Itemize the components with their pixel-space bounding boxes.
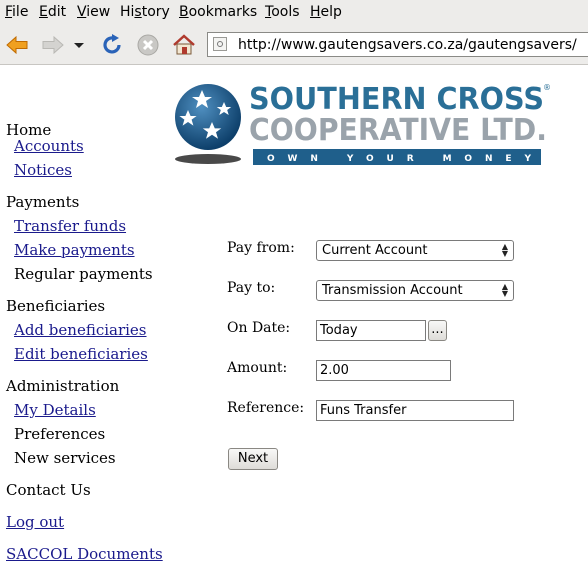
nav-my-details-link[interactable]: My Details — [14, 401, 96, 419]
nav-make-payments-link[interactable]: Make payments — [14, 241, 135, 259]
nav-saccol-documents-link[interactable]: SACCOL Documents — [6, 545, 163, 563]
logo-registered-mark: ® — [543, 83, 551, 92]
home-icon[interactable] — [171, 32, 197, 58]
browser-menubar: File Edit View History Bookmarks Tools H… — [0, 0, 588, 25]
amount-input[interactable]: 2.00 — [316, 360, 451, 381]
menu-view[interactable]: View — [77, 4, 110, 20]
nav-payments: Payments — [6, 193, 80, 211]
nav-notices-link[interactable]: Notices — [14, 161, 72, 179]
reference-value: Funs Transfer — [320, 403, 407, 418]
stop-icon[interactable] — [135, 32, 161, 58]
nav-log-out-link[interactable]: Log out — [6, 513, 64, 531]
site-favicon-icon — [213, 37, 227, 51]
chevron-down-icon[interactable] — [70, 32, 88, 58]
nav-new-services: New services — [14, 449, 116, 467]
reference-label: Reference: — [227, 400, 305, 416]
nav-beneficiaries: Beneficiaries — [6, 297, 106, 315]
menu-tools[interactable]: Tools — [265, 4, 300, 20]
nav-regular-payments: Regular payments — [14, 265, 153, 283]
nav-preferences: Preferences — [14, 425, 106, 443]
logo-line1: SOUTHERN CROSS — [249, 82, 544, 117]
nav-administration: Administration — [6, 377, 120, 395]
amount-label: Amount: — [227, 360, 288, 376]
on-date-value: Today — [320, 323, 358, 338]
on-date-input[interactable]: Today — [316, 320, 426, 341]
nav-accounts-link[interactable]: Accounts — [14, 137, 84, 155]
reference-input[interactable]: Funs Transfer — [316, 400, 514, 421]
amount-value: 2.00 — [320, 363, 349, 378]
menu-file[interactable]: File — [5, 4, 28, 20]
forward-arrow-icon[interactable] — [40, 32, 66, 58]
menu-edit[interactable]: Edit — [39, 4, 66, 20]
menu-help[interactable]: Help — [310, 4, 342, 20]
southern-cross-logo: SOUTHERN CROSS ® COOPERATIVE LTD. OWN YO… — [175, 82, 551, 165]
pay-from-value: Current Account — [322, 243, 428, 258]
reload-icon[interactable] — [99, 32, 125, 58]
pay-from-label: Pay from: — [227, 240, 295, 256]
pay-to-select[interactable]: Transmission Account ▲ ▼ — [316, 280, 514, 301]
back-arrow-icon[interactable] — [4, 32, 30, 58]
menu-history[interactable]: History — [120, 4, 170, 20]
nav-contact-us: Contact Us — [6, 481, 91, 499]
date-picker-button[interactable]: ... — [428, 320, 447, 341]
select-arrows-icon: ▲ ▼ — [501, 282, 508, 298]
url-text[interactable]: http://www.gautengsavers.co.za/gautengsa… — [238, 37, 577, 53]
next-button[interactable]: Next — [228, 448, 278, 470]
pay-from-select[interactable]: Current Account ▲ ▼ — [316, 240, 514, 261]
nav-edit-beneficiaries-link[interactable]: Edit beneficiaries — [14, 345, 148, 363]
nav-transfer-funds-link[interactable]: Transfer funds — [14, 217, 126, 235]
url-bar[interactable]: http://www.gautengsavers.co.za/gautengsa… — [207, 32, 588, 57]
menu-bookmarks[interactable]: Bookmarks — [179, 4, 257, 20]
on-date-label: On Date: — [227, 320, 291, 336]
pay-to-value: Transmission Account — [322, 283, 463, 298]
logo-line2: COOPERATIVE LTD. — [249, 113, 547, 148]
nav-add-beneficiaries-link[interactable]: Add beneficiaries — [14, 321, 147, 339]
pay-to-label: Pay to: — [227, 280, 276, 296]
select-arrows-icon: ▲ ▼ — [501, 242, 508, 258]
